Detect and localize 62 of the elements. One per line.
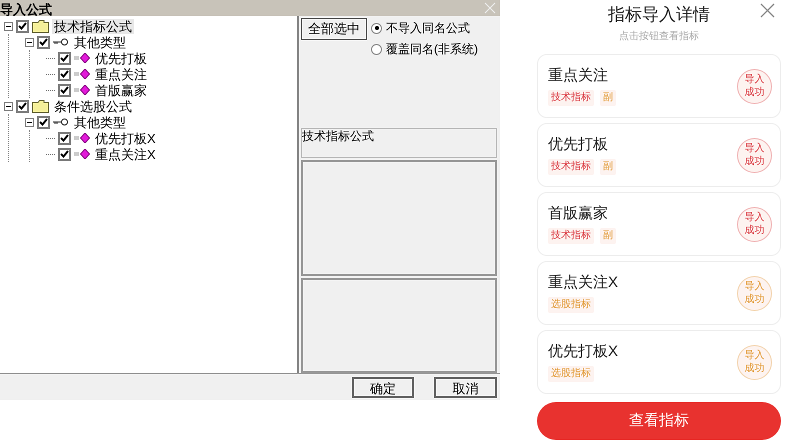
diamond-icon [74,69,90,79]
folder-icon [32,20,49,32]
indicator-name: 首版赢家 [548,204,609,222]
tag: 副 [600,158,616,174]
key-icon [53,38,69,46]
view-indicators-button[interactable]: 查看指标 [537,402,781,440]
tag: 技术指标 [548,228,594,244]
category-field: 技术指标公式 [301,128,497,158]
cancel-button[interactable]: 取消 [434,376,497,398]
tree-item[interactable]: 重点关注 [93,66,149,82]
checkbox[interactable] [37,36,50,48]
collapse-icon[interactable] [4,22,13,30]
select-all-button[interactable]: 全部选中 [301,18,367,40]
folder-icon [32,100,49,112]
tree-item[interactable]: 重点关注X [93,146,158,162]
checkbox[interactable] [16,100,29,112]
tag: 技术指标 [548,90,594,106]
radio-button[interactable] [371,44,382,54]
tree-item[interactable]: 优先打板 [93,50,149,66]
collapse-icon[interactable] [4,102,13,110]
diamond-icon [74,133,90,143]
tree-item[interactable]: 其他类型 [72,114,128,130]
checkbox[interactable] [58,132,71,144]
tree-item[interactable]: 其他类型 [72,34,128,50]
status-badge: 导入成功 [737,138,772,172]
status-badge: 导入成功 [737,206,772,242]
window-title: 导入公式 [0,3,52,16]
ok-button[interactable]: 确定 [352,376,414,398]
tree-item[interactable]: 技术指标公式 [52,18,134,34]
checkbox[interactable] [58,68,71,80]
checkbox[interactable] [16,20,29,32]
tree-item[interactable]: 优先打板X [93,130,158,146]
checkbox[interactable] [58,84,71,96]
status-badge: 导入成功 [737,68,772,104]
tree-item[interactable]: 首版赢家 [93,82,149,98]
tag: 选股指标 [548,366,594,382]
status-badge: 导入成功 [737,276,772,310]
key-icon [53,118,69,126]
panel-title: 指标导入详情 [608,4,710,26]
tag: 副 [600,90,616,106]
diamond-icon [74,85,90,95]
checkbox[interactable] [58,52,71,64]
indicator-name: 重点关注 [548,66,609,84]
collapse-icon[interactable] [25,118,34,126]
tag: 副 [600,228,616,244]
collapse-icon[interactable] [25,38,34,46]
indicator-name: 重点关注X [548,274,618,292]
tree-item[interactable]: 条件选股公式 [52,98,134,114]
radio-button[interactable] [371,22,382,34]
close-icon[interactable] [760,3,775,18]
indicator-name: 优先打板 [548,136,609,154]
radio-label: 覆盖同名(非系统) [386,41,478,58]
diamond-icon [74,53,90,63]
panel-subtitle: 点击按钮查看指标 [619,30,699,44]
tag: 选股指标 [548,296,594,312]
diamond-icon [74,149,90,159]
tag: 技术指标 [548,158,594,174]
radio-label: 不导入同名公式 [386,20,470,37]
indicator-name: 优先打板X [548,342,618,360]
status-badge: 导入成功 [737,344,772,380]
checkbox[interactable] [58,148,71,160]
checkbox[interactable] [37,116,50,128]
